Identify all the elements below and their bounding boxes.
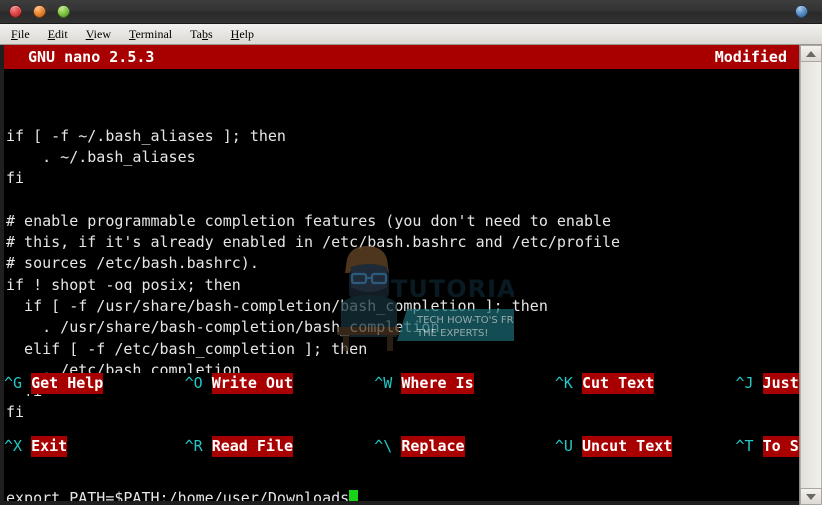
shortcut-row-secondary: ^X Exit ^R Read File ^\ Replace ^U Uncut… [4,436,822,457]
editor-line: # sources /etc/bash.bashrc). [6,254,259,273]
editor-line: # this, if it's already enabled in /etc/… [6,233,621,252]
shortcut-spacer [293,373,375,394]
shortcut-key: ^X [4,436,32,457]
menu-item-edit[interactable]: Edit [41,26,75,43]
shortcut-spacer [672,436,736,457]
window-menu-button[interactable] [795,5,808,18]
shortcut-cut-text[interactable]: ^K Cut Text [554,373,736,394]
shortcut-label: Read File [211,436,293,457]
terminal-content-area[interactable]: GNU nano 2.5.3 Modified if [ -f ~/.bash_… [0,45,822,505]
nano-shortcut-bar: ^G Get Help ^O Write Out ^W Where Is ^K … [4,331,822,499]
shortcut-row-primary: ^G Get Help ^O Write Out ^W Where Is ^K … [4,373,822,394]
scroll-up-button[interactable] [800,45,822,62]
vertical-scrollbar[interactable] [799,45,822,505]
shortcut-read-file[interactable]: ^R Read File [184,436,375,457]
shortcut-label: Write Out [211,373,293,394]
window-controls [9,5,70,18]
shortcut-spacer [293,436,375,457]
shortcut-key: ^O [184,373,212,394]
shortcut-replace[interactable]: ^\ Replace [374,436,555,457]
shortcut-key: ^W [374,373,402,394]
menu-item-tabs[interactable]: Tabs [183,26,220,43]
shortcut-spacer [654,373,736,394]
window-titlebar [0,0,822,24]
editor-line: if [ -f /usr/share/bash-completion/bash_… [6,296,548,315]
shortcut-label: Uncut Text [582,436,673,457]
nano-title-bar: GNU nano 2.5.3 Modified [4,45,799,69]
shortcut-key: ^J [735,373,763,394]
shortcut-spacer [473,373,555,394]
scrollbar-thumb[interactable] [801,62,821,488]
shortcut-key: ^R [184,436,212,457]
scroll-down-button[interactable] [800,488,822,505]
editor-line: if ! shopt -oq posix; then [6,275,241,294]
shortcut-exit[interactable]: ^X Exit [4,436,185,457]
shortcut-get-help[interactable]: ^G Get Help [4,373,185,394]
nano-version-label: GNU nano 2.5.3 [28,48,155,66]
shortcut-label: Replace [401,436,465,457]
nano-modified-badge: Modified [714,48,787,66]
shortcut-key: ^G [4,373,32,394]
menu-item-terminal[interactable]: Terminal [122,26,179,43]
shortcut-label: Where Is [401,373,474,394]
chevron-up-icon [806,50,816,57]
shortcut-key: ^T [735,436,763,457]
menu-item-help[interactable]: Help [224,26,261,43]
shortcut-label: Cut Text [582,373,655,394]
editor-line: # enable programmable completion feature… [6,211,612,230]
editor-line: . ~/.bash_aliases [6,147,196,166]
shortcut-label: Exit [31,436,68,457]
shortcut-write-out[interactable]: ^O Write Out [184,373,375,394]
menu-item-file[interactable]: File [4,26,37,43]
shortcut-spacer [67,436,185,457]
shortcut-spacer [103,373,185,394]
shortcut-key: ^U [554,436,582,457]
scrollbar-track[interactable] [800,62,822,488]
minimize-window-button[interactable] [33,5,46,18]
shortcut-spacer [464,436,555,457]
editor-line: if [ -f ~/.bash_aliases ]; then [6,126,286,145]
shortcut-where-is[interactable]: ^W Where Is [374,373,555,394]
terminal-window: File Edit View Terminal Tabs Help GNU na… [0,0,822,505]
menu-bar: File Edit View Terminal Tabs Help [0,24,822,45]
shortcut-key: ^K [554,373,582,394]
shortcut-label: Get Help [31,373,104,394]
shortcut-key: ^\ [374,436,402,457]
chevron-down-icon [806,493,816,500]
editor-line: fi [6,169,25,188]
shortcut-uncut-text[interactable]: ^U Uncut Text [554,436,736,457]
close-window-button[interactable] [9,5,22,18]
menu-item-view[interactable]: View [79,26,118,43]
maximize-window-button[interactable] [57,5,70,18]
